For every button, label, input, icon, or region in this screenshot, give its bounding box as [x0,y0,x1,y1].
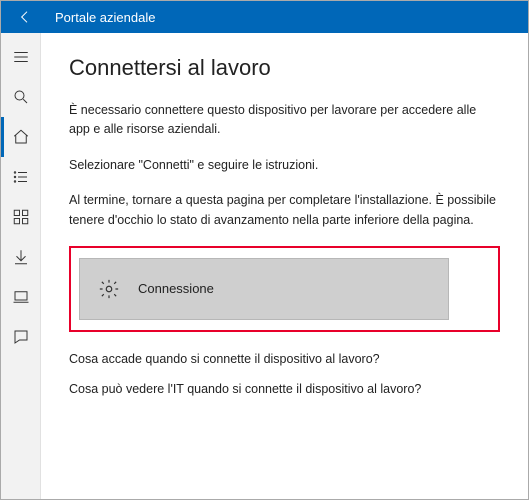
sidebar-item-search[interactable] [1,77,41,117]
connect-highlight: Connessione [69,246,500,332]
connect-button-label: Connessione [138,281,214,296]
app-window: Portale aziendale [0,0,529,500]
search-icon [12,88,30,106]
intro-text-2: Selezionare "Connetti" e seguire le istr… [69,156,500,175]
sidebar-item-device[interactable] [1,277,41,317]
sidebar-item-home[interactable] [1,117,41,157]
sidebar-item-list[interactable] [1,157,41,197]
laptop-icon [12,288,30,306]
chat-icon [12,328,30,346]
main-content: Connettersi al lavoro È necessario conne… [41,33,528,499]
list-icon [12,168,30,186]
sidebar [1,33,41,499]
sidebar-item-menu[interactable] [1,37,41,77]
app-title: Portale aziendale [55,10,155,25]
page-heading: Connettersi al lavoro [69,55,500,81]
faq-link-1[interactable]: Cosa accade quando si connette il dispos… [69,352,500,366]
intro-text-3: Al termine, tornare a questa pagina per … [69,191,500,230]
sidebar-item-downloads[interactable] [1,237,41,277]
hamburger-icon [12,48,30,66]
home-icon [12,128,30,146]
connect-button[interactable]: Connessione [79,258,449,320]
sidebar-item-apps[interactable] [1,197,41,237]
grid-icon [12,208,30,226]
gear-icon [98,278,120,300]
download-icon [12,248,30,266]
app-body: Connettersi al lavoro È necessario conne… [1,33,528,499]
arrow-left-icon [17,9,33,25]
back-button[interactable] [9,1,41,33]
intro-text-1: È necessario connettere questo dispositi… [69,101,500,140]
titlebar: Portale aziendale [1,1,528,33]
sidebar-item-help[interactable] [1,317,41,357]
faq-link-2[interactable]: Cosa può vedere l'IT quando si connette … [69,382,500,396]
